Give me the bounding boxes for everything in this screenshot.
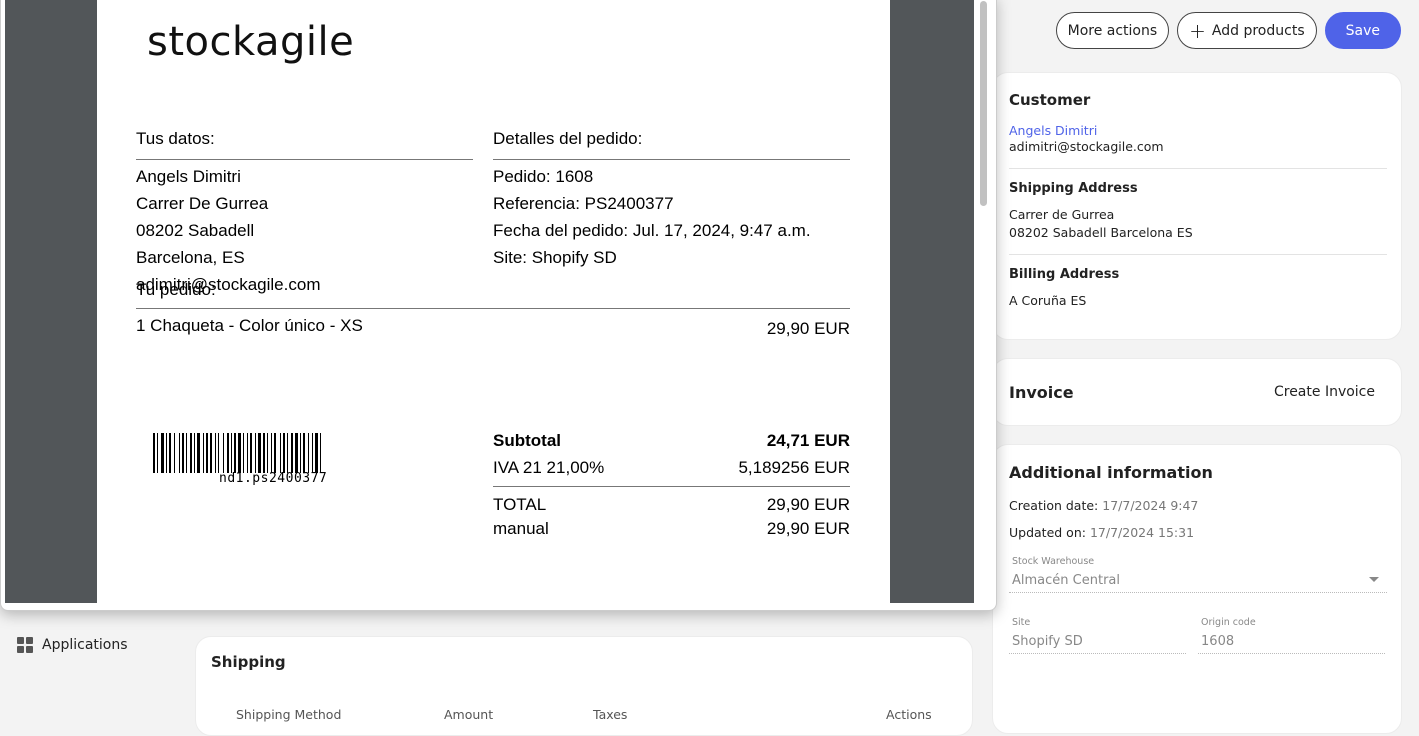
column-header-shipping-method: Shipping Method xyxy=(236,707,342,722)
shipping-address-line2: 08202 Sabadell Barcelona ES xyxy=(1009,225,1193,240)
preview-viewport[interactable]: stockagile Tus datos: Detalles del pedid… xyxy=(5,0,974,603)
customer-email: adimitri@stockagile.com xyxy=(1009,139,1164,154)
divider xyxy=(136,308,850,309)
origin-code-field[interactable]: Origin code 1608 xyxy=(1198,613,1385,654)
caret-down-icon xyxy=(1369,577,1379,582)
customer-region: Barcelona, ES xyxy=(136,248,245,267)
print-preview-window: stockagile Tus datos: Detalles del pedid… xyxy=(0,0,997,611)
creation-date-label: Creation date: xyxy=(1009,498,1099,513)
shipping-address-line1: Carrer de Gurrea xyxy=(1009,207,1115,222)
customer-postal-city: 08202 Sabadell xyxy=(136,221,255,240)
order-date: Fecha del pedido: Jul. 17, 2024, 9:47 a.… xyxy=(493,221,811,240)
more-actions-label: More actions xyxy=(1067,22,1158,39)
divider xyxy=(1009,254,1387,255)
your-data-heading: Tus datos: xyxy=(136,129,215,148)
create-invoice-button[interactable]: Create Invoice xyxy=(1274,384,1385,400)
item-price: 29,90 EUR xyxy=(766,319,850,338)
tax-value: 5,189256 EUR xyxy=(738,458,850,477)
divider xyxy=(136,159,473,160)
site-origin-row: Site Shopify SD Origin code 1608 xyxy=(1009,613,1385,654)
billing-address-title: Billing Address xyxy=(1009,267,1120,282)
subtotal-label: Subtotal xyxy=(493,431,561,450)
item-description: 1 Chaqueta - Color único - XS xyxy=(136,316,363,335)
shipping-card: Shipping Shipping Method Amount Taxes Ac… xyxy=(195,636,973,736)
applications-label: Applications xyxy=(42,637,128,653)
total-value: 29,90 EUR xyxy=(766,495,850,514)
scroll-thumb[interactable] xyxy=(980,1,987,206)
customer-title: Customer xyxy=(1009,91,1091,109)
site-field[interactable]: Site Shopify SD xyxy=(1009,613,1187,654)
subtotal-value: 24,71 EUR xyxy=(766,431,850,450)
your-order-heading: Tu pedido: xyxy=(136,280,216,299)
add-products-label: Add products xyxy=(1211,22,1305,39)
divider xyxy=(493,486,850,487)
sidebar-item-applications[interactable]: Applications xyxy=(17,637,128,653)
creation-date-value: 17/7/2024 9:47 xyxy=(1102,498,1199,513)
column-header-actions: Actions xyxy=(886,707,932,722)
updated-date-label: Updated on: xyxy=(1009,525,1086,540)
column-header-taxes: Taxes xyxy=(593,707,628,722)
stock-warehouse-value: Almacén Central xyxy=(1012,573,1120,588)
additional-info-title: Additional information xyxy=(1009,463,1213,482)
order-number: Pedido: 1608 xyxy=(493,167,594,186)
customer-name: Angels Dimitri xyxy=(136,167,241,186)
total-label: TOTAL xyxy=(493,495,547,514)
customer-street: Carrer De Gurrea xyxy=(136,194,269,213)
divider xyxy=(1009,168,1387,169)
more-actions-button[interactable]: More actions xyxy=(1055,12,1170,49)
updated-date-value: 17/7/2024 15:31 xyxy=(1089,525,1195,540)
customer-card: Customer Angels Dimitri adimitri@stockag… xyxy=(992,72,1402,340)
apps-icon xyxy=(17,637,33,653)
preview-scrollbar[interactable] xyxy=(976,0,994,603)
shipping-title: Shipping xyxy=(211,653,286,671)
shipping-address-title: Shipping Address xyxy=(1009,181,1138,196)
plus-icon: + xyxy=(1189,18,1206,43)
stockagile-logo: stockagile xyxy=(147,19,355,65)
add-products-button[interactable]: + Add products xyxy=(1177,12,1317,49)
invoice-card: Invoice Create Invoice xyxy=(992,358,1402,426)
billing-address-line1: A Coruña ES xyxy=(1009,293,1087,308)
customer-name-link[interactable]: Angels Dimitri xyxy=(1009,123,1385,138)
barcode-text: nd1.ps2400377 xyxy=(219,471,328,486)
order-document-page: stockagile Tus datos: Detalles del pedid… xyxy=(97,0,890,603)
order-details-heading: Detalles del pedido: xyxy=(493,129,643,148)
order-actions: More actions + Add products Save xyxy=(1055,12,1401,49)
updated-date-row: Updated on: 17/7/2024 15:31 xyxy=(1009,525,1385,540)
stock-warehouse-select[interactable]: Stock Warehouse Almacén Central xyxy=(1009,552,1387,593)
origin-code-value: 1608 xyxy=(1201,634,1235,649)
save-button[interactable]: Save xyxy=(1324,12,1401,49)
invoice-title: Invoice xyxy=(1009,382,1074,402)
column-header-amount: Amount xyxy=(444,707,494,722)
order-reference: Referencia: PS2400377 xyxy=(493,194,674,213)
tax-label: IVA 21 21,00% xyxy=(493,458,605,477)
barcode-image xyxy=(153,433,321,473)
order-site: Site: Shopify SD xyxy=(493,248,617,267)
creation-date-row: Creation date: 17/7/2024 9:47 xyxy=(1009,498,1385,513)
stock-warehouse-label: Stock Warehouse xyxy=(1012,556,1095,567)
manual-label: manual xyxy=(493,519,549,538)
manual-value: 29,90 EUR xyxy=(766,519,850,538)
additional-info-card: Additional information Creation date: 17… xyxy=(992,444,1402,734)
site-value: Shopify SD xyxy=(1012,634,1083,649)
shipping-table-header: Shipping Method Amount Taxes Actions xyxy=(211,707,957,723)
site-label: Site xyxy=(1012,617,1031,628)
save-label: Save xyxy=(1345,22,1380,39)
origin-code-label: Origin code xyxy=(1201,617,1256,628)
divider xyxy=(493,159,850,160)
